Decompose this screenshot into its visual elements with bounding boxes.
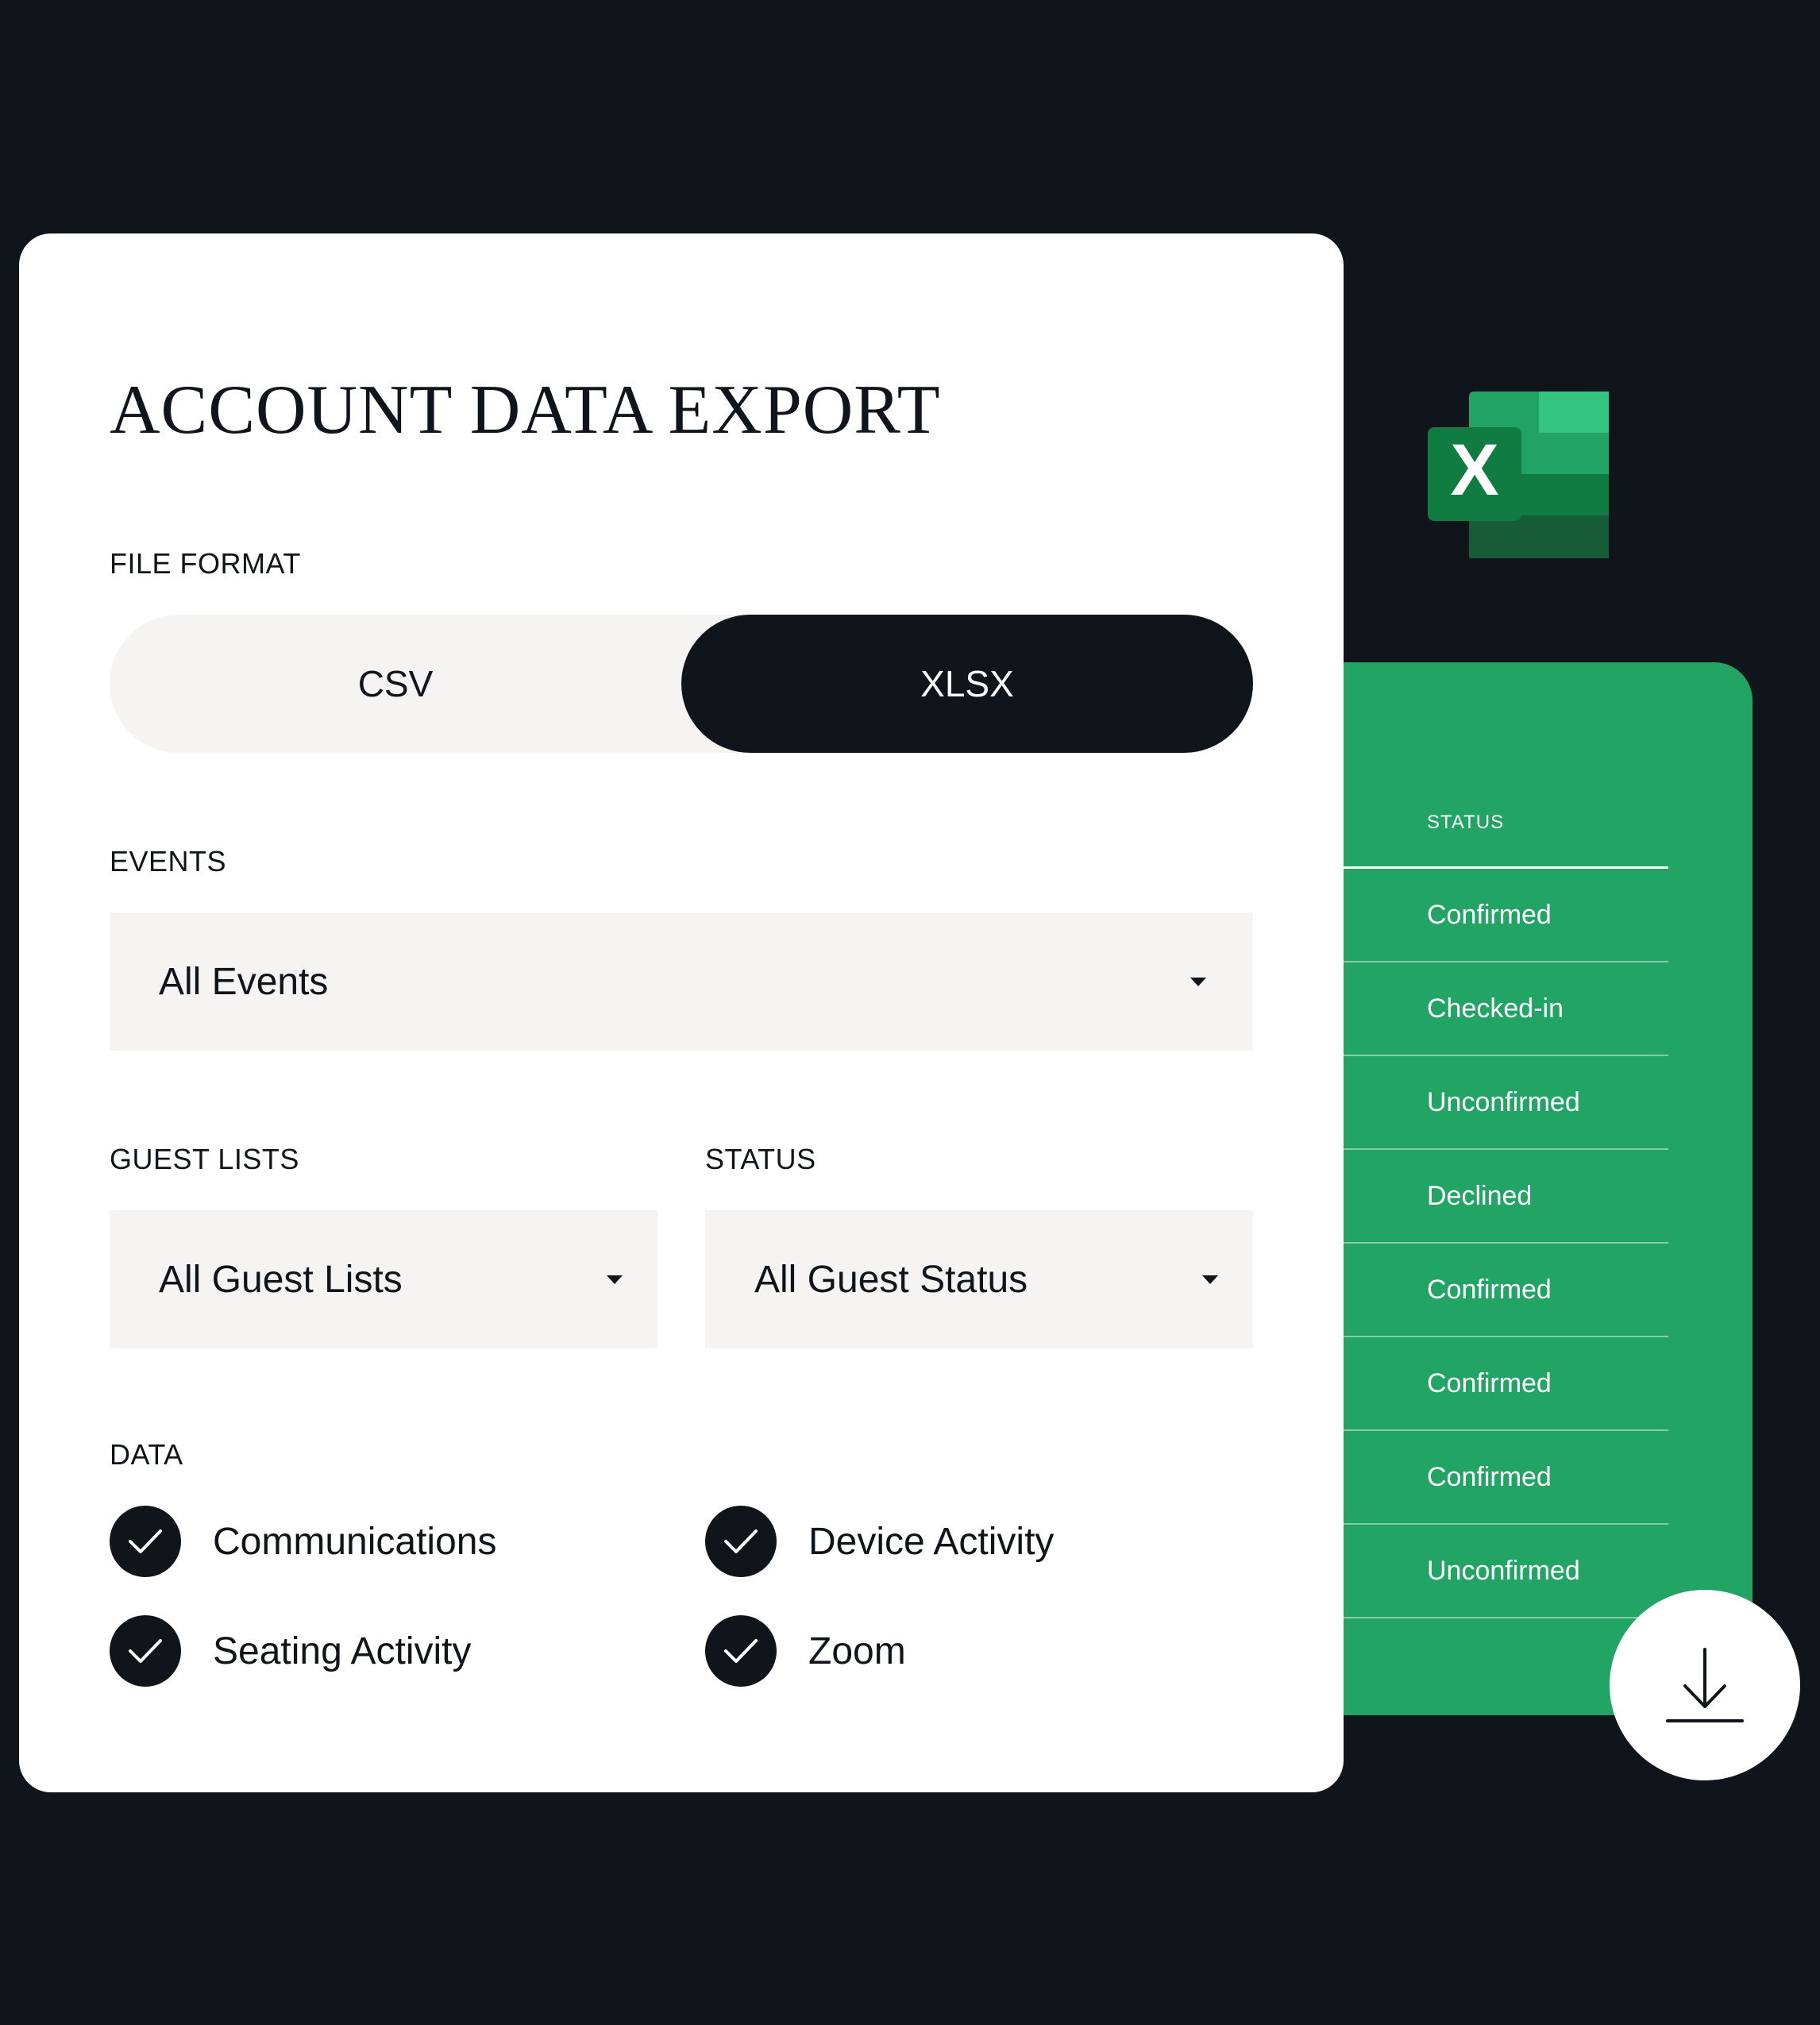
checkbox-label: Seating Activity	[213, 1630, 472, 1672]
sheet-cell: Checked-in	[1427, 993, 1564, 1024]
file-format-label: FILE FORMAT	[110, 547, 301, 580]
checkbox-device-activity[interactable]: Device Activity	[705, 1506, 1054, 1577]
events-dropdown[interactable]: All Events	[110, 912, 1253, 1051]
guest-lists-dropdown[interactable]: All Guest Lists	[110, 1210, 657, 1348]
guest-lists-label: GUEST LISTS	[110, 1143, 299, 1175]
guest-lists-dropdown-value: All Guest Lists	[159, 1258, 403, 1301]
sheet-column-header: STATUS	[1427, 812, 1505, 833]
checkbox-label: Zoom	[808, 1630, 906, 1672]
file-format-toggle: CSV XLSX	[110, 615, 1253, 753]
status-label: STATUS	[705, 1143, 816, 1175]
caret-down-icon	[607, 1275, 623, 1284]
svg-text:X: X	[1450, 430, 1498, 511]
data-label: DATA	[110, 1438, 183, 1471]
checkmark-icon	[705, 1506, 777, 1577]
caret-down-icon	[1190, 978, 1206, 986]
export-card: ACCOUNT DATA EXPORT FILE FORMAT CSV XLSX…	[19, 233, 1344, 1792]
status-dropdown-value: All Guest Status	[754, 1258, 1028, 1301]
status-dropdown[interactable]: All Guest Status	[705, 1210, 1253, 1348]
sheet-cell: Confirmed	[1427, 1274, 1552, 1305]
checkbox-label: Communications	[213, 1520, 497, 1563]
checkbox-label: Device Activity	[808, 1520, 1055, 1563]
format-option-xlsx[interactable]: XLSX	[681, 615, 1253, 753]
download-button[interactable]	[1610, 1590, 1800, 1780]
checkmark-icon	[110, 1506, 181, 1577]
events-dropdown-value: All Events	[159, 960, 329, 1003]
caret-down-icon	[1202, 1275, 1218, 1284]
checkbox-seating-activity[interactable]: Seating Activity	[110, 1615, 472, 1687]
sheet-cell: Unconfirmed	[1427, 1555, 1580, 1586]
page-title: ACCOUNT DATA EXPORT	[110, 372, 941, 449]
events-label: EVENTS	[110, 845, 227, 878]
sheet-cell: Confirmed	[1427, 1367, 1552, 1398]
checkmark-icon	[705, 1615, 777, 1687]
sheet-cell: Declined	[1427, 1180, 1533, 1211]
checkbox-communications[interactable]: Communications	[110, 1506, 496, 1577]
download-icon	[1666, 1648, 1744, 1722]
excel-icon: X	[1428, 392, 1609, 558]
sheet-cell: Confirmed	[1427, 1461, 1552, 1492]
checkbox-zoom[interactable]: Zoom	[705, 1615, 906, 1687]
sheet-cell: Unconfirmed	[1427, 1086, 1580, 1117]
checkmark-icon	[110, 1615, 181, 1687]
format-option-csv[interactable]: CSV	[110, 615, 681, 753]
sheet-cell: Confirmed	[1427, 899, 1552, 930]
